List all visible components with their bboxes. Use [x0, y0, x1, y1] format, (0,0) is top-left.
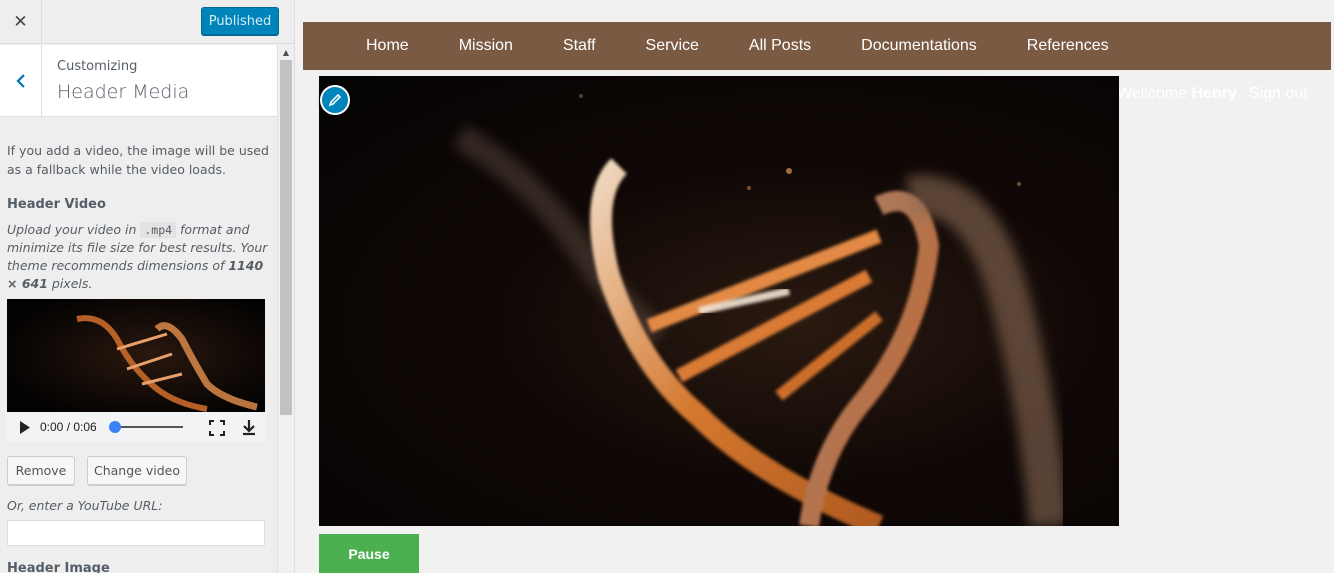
format-code: .mp4 — [140, 222, 177, 238]
breadcrumb: Customizing — [57, 59, 138, 74]
youtube-url-label: Or, enter a YouTube URL: — [7, 498, 163, 513]
nav-item-references[interactable]: References — [1027, 37, 1109, 55]
chevron-left-icon — [15, 74, 25, 88]
main-navigation: Home Mission Staff Service All Posts Document… — [303, 22, 1331, 70]
nav-item-staff[interactable]: Staff — [563, 37, 596, 55]
video-seek-slider[interactable] — [109, 421, 183, 433]
video-seek-thumb[interactable] — [109, 421, 121, 433]
header-image-title: Header Image — [7, 561, 110, 573]
desc-part-3: pixels. — [47, 276, 93, 291]
pause-button[interactable]: Pause — [319, 534, 419, 573]
nav-item-mission[interactable]: Mission — [459, 37, 513, 55]
close-button[interactable]: ✕ — [0, 0, 42, 44]
back-button[interactable] — [0, 45, 42, 117]
intro-description: If you add a video, the image will be us… — [7, 143, 269, 177]
user-name: Henry — [1191, 85, 1237, 102]
sidebar-scrollbar[interactable]: ▲ — [277, 45, 294, 573]
close-icon: ✕ — [13, 12, 28, 32]
section-title: Header Media — [57, 81, 190, 103]
desc-part-1: Upload your video in — [7, 222, 141, 237]
pencil-icon — [328, 93, 342, 107]
change-video-button[interactable]: Change video — [87, 456, 187, 485]
section-header: Customizing Header Media — [0, 45, 277, 117]
nav-item-service[interactable]: Service — [646, 37, 699, 55]
publish-button[interactable]: Published — [201, 7, 279, 35]
customizer-sidebar: ✕ Published Customizing Header Media If … — [0, 0, 295, 573]
welcome-prefix: Wellcome — [1117, 85, 1192, 102]
sign-out-link[interactable]: Sign out — [1249, 85, 1308, 103]
dna-thumbnail-image — [7, 299, 265, 412]
remove-button[interactable]: Remove — [7, 456, 75, 485]
nav-item-all-posts[interactable]: All Posts — [749, 37, 811, 55]
youtube-url-input[interactable] — [7, 520, 265, 546]
header-video-player — [319, 76, 1119, 526]
customizer-header: ✕ Published — [0, 0, 294, 44]
edit-shortcut-button[interactable] — [320, 85, 350, 115]
scroll-up-arrow-icon[interactable]: ▲ — [278, 45, 294, 59]
nav-item-documentations[interactable]: Documentations — [861, 37, 977, 55]
video-time: 0:00 / 0:06 — [40, 420, 97, 434]
welcome-text: Wellcome Henry — [1117, 85, 1237, 103]
scrollbar-thumb[interactable] — [280, 60, 292, 415]
video-controls: 0:00 / 0:06 — [7, 412, 265, 442]
header-video-title: Header Video — [7, 197, 106, 212]
play-icon[interactable] — [19, 421, 31, 434]
download-icon[interactable] — [241, 419, 257, 436]
dna-header-image — [452, 94, 1069, 526]
nav-item-home[interactable]: Home — [366, 37, 409, 55]
video-preview[interactable] — [7, 299, 265, 412]
header-video-description: Upload your video in .mp4 format and min… — [7, 221, 269, 293]
fullscreen-icon[interactable] — [209, 420, 225, 436]
